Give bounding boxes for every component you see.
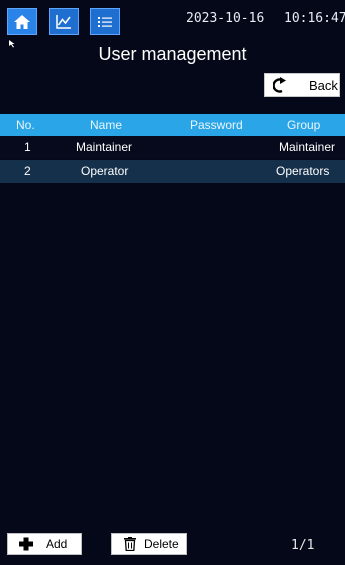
add-icon [18,537,34,551]
add-user-button[interactable]: Add [7,533,82,555]
column-header-name: Name [90,118,123,132]
trash-icon [122,537,138,551]
top-bar: 2023-10-16 10:16:47 [0,0,345,38]
date-display: 2023-10-16 [186,11,265,26]
back-button-label: Back [309,77,338,93]
table-header: No. Name Password Group [0,114,345,136]
list-icon [98,16,112,27]
back-button[interactable]: Back [264,73,340,97]
add-button-label: Add [46,537,68,551]
time-display: 10:16:47 [284,11,345,26]
home-icon [14,14,30,29]
table-row-selected[interactable]: 2 Operator Operators [0,160,345,183]
page-title: User management [98,44,247,64]
cell-group: Operators [276,164,330,178]
cell-no: 2 [24,164,31,178]
column-header-group: Group [287,118,321,132]
cell-name: Operator [81,164,129,178]
page-indicator: 1/1 [291,538,315,553]
delete-user-button[interactable]: Delete [111,533,187,555]
back-arrow-icon [273,77,295,93]
trend-chart-button[interactable] [49,8,79,35]
cell-no: 1 [24,140,31,154]
home-button[interactable] [7,8,37,35]
cell-group: Maintainer [279,140,336,154]
menu-list-button[interactable] [90,8,120,35]
cell-name: Maintainer [76,140,133,154]
delete-button-label: Delete [144,537,179,551]
chart-icon [56,14,71,29]
column-header-password: Password [190,118,243,132]
table-row[interactable]: 1 Maintainer Maintainer [0,136,345,159]
column-header-no: No. [16,118,35,132]
